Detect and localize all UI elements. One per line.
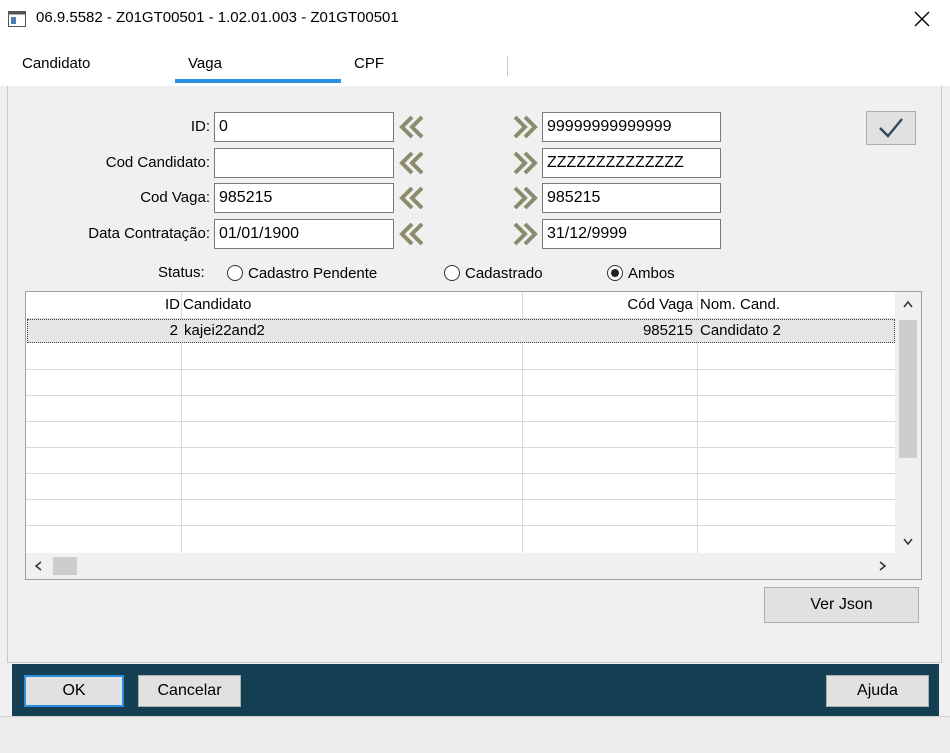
filter-label-data-contratacao: Data Contratação: (88, 225, 210, 242)
status-option-cadastro-pendente[interactable]: Cadastro Pendente (227, 262, 377, 284)
chevrons-right-icon[interactable] (510, 114, 540, 140)
close-icon (914, 11, 930, 27)
chevrons-left-icon[interactable] (397, 221, 427, 247)
grid-row-divider (26, 447, 896, 448)
radio-button[interactable] (444, 265, 460, 281)
close-button[interactable] (894, 0, 950, 38)
scroll-up-icon[interactable] (903, 300, 913, 308)
data-contratacao-from-input[interactable]: 01/01/1900 (214, 219, 394, 249)
status-option-ambos[interactable]: Ambos (607, 262, 675, 284)
column-header-nom-cand[interactable]: Nom. Cand. (700, 296, 780, 313)
grid-row-divider (26, 499, 896, 500)
grid-row-divider (26, 369, 896, 370)
status-option-label: Cadastro Pendente (248, 264, 378, 282)
confirm-button[interactable] (866, 111, 916, 145)
grid-row-divider (26, 473, 896, 474)
tab-separator (507, 56, 508, 76)
ok-button[interactable]: OK (24, 675, 124, 707)
scroll-down-icon[interactable] (903, 538, 913, 546)
table-cell-nom-cand: Candidato 2 (700, 322, 781, 339)
tab-cpf[interactable]: CPF (354, 55, 384, 72)
horizontal-scrollbar[interactable] (26, 553, 921, 579)
cod-candidato-from-input[interactable] (214, 148, 394, 178)
tab-strip (0, 38, 950, 86)
radio-button[interactable] (227, 265, 243, 281)
vertical-scrollbar[interactable] (895, 292, 921, 554)
checkmark-icon (879, 118, 903, 138)
cod-vaga-to-input[interactable]: 985215 (542, 183, 721, 213)
status-label: Status: (158, 264, 205, 281)
status-option-cadastrado[interactable]: Cadastrado (444, 262, 543, 284)
results-grid[interactable]: ID Candidato Cód Vaga Nom. Cand. 2 kajei… (25, 291, 922, 580)
title-bar: 06.9.5582 - Z01GT00501 - 1.02.01.003 - Z… (0, 0, 950, 38)
status-option-label: Cadastrado (465, 264, 543, 282)
id-from-input[interactable]: 0 (214, 112, 394, 142)
vertical-scroll-thumb[interactable] (899, 320, 917, 458)
scroll-right-icon[interactable] (879, 561, 887, 571)
column-header-cod-vaga[interactable]: Cód Vaga (627, 296, 693, 313)
filter-label-cod-vaga: Cod Vaga: (140, 189, 210, 206)
grid-row-divider (26, 525, 896, 526)
window-title: 06.9.5582 - Z01GT00501 - 1.02.01.003 - Z… (36, 9, 399, 26)
chevrons-right-icon[interactable] (510, 150, 540, 176)
ver-json-button[interactable]: Ver Json (764, 587, 919, 623)
table-cell-cod-vaga: 985215 (642, 322, 693, 339)
data-contratacao-to-input[interactable]: 31/12/9999 (542, 219, 721, 249)
tab-vaga[interactable]: Vaga (188, 55, 222, 72)
filter-label-cod-candidato: Cod Candidato: (105, 154, 210, 171)
help-button[interactable]: Ajuda (826, 675, 929, 707)
grid-header: ID Candidato Cód Vaga Nom. Cand. (26, 292, 896, 318)
column-header-id[interactable]: ID (165, 296, 180, 313)
status-option-label: Ambos (628, 264, 675, 282)
id-to-input[interactable]: 99999999999999 (542, 112, 721, 142)
chevrons-left-icon[interactable] (397, 150, 427, 176)
radio-button-checked[interactable] (607, 265, 623, 281)
chevrons-right-icon[interactable] (510, 221, 540, 247)
table-cell-candidato: kajei22and2 (184, 322, 265, 339)
window-app-icon (8, 11, 26, 27)
window-bottom-strip (0, 716, 950, 753)
filter-label-id: ID: (190, 118, 210, 135)
table-cell-id: 2 (169, 322, 178, 339)
grid-row-divider (26, 421, 896, 422)
cancel-button[interactable]: Cancelar (138, 675, 241, 707)
cod-vaga-from-input[interactable]: 985215 (214, 183, 394, 213)
grid-row-divider (26, 395, 896, 396)
cod-candidato-to-input[interactable]: ZZZZZZZZZZZZZZ (542, 148, 721, 178)
chevrons-left-icon[interactable] (397, 114, 427, 140)
scroll-left-icon[interactable] (34, 561, 42, 571)
active-tab-indicator (175, 79, 341, 83)
horizontal-scroll-thumb[interactable] (53, 557, 77, 575)
column-header-candidato[interactable]: Candidato (183, 296, 251, 313)
chevrons-right-icon[interactable] (510, 185, 540, 211)
chevrons-left-icon[interactable] (397, 185, 427, 211)
tab-candidato[interactable]: Candidato (22, 55, 90, 72)
